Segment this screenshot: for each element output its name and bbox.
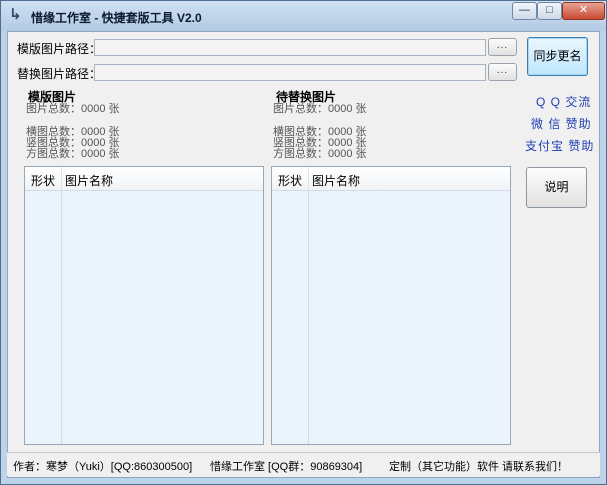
column-divider xyxy=(61,190,62,444)
minimize-button[interactable]: — xyxy=(512,2,537,20)
replace-total-count: 图片总数：0000 张 xyxy=(273,103,367,115)
window-title: 惜缘工作室 - 快捷套版工具 V2.0 xyxy=(31,11,202,25)
sync-rename-button[interactable]: 同步更名 xyxy=(527,37,588,76)
shape-column-header[interactable]: 形状 xyxy=(25,167,62,190)
template-path-input[interactable] xyxy=(94,39,486,56)
replace-browse-button[interactable]: ... xyxy=(488,63,517,81)
studio-info: 惜缘工作室 [QQ群：90869304] xyxy=(210,461,363,473)
replace-path-input[interactable] xyxy=(94,64,486,81)
template-image-list[interactable]: 形状 图片名称 xyxy=(24,166,264,445)
template-total-count: 图片总数：0000 张 xyxy=(26,103,120,115)
help-button[interactable]: 说明 xyxy=(526,167,587,208)
author-info: 作者：寒梦（Yuki）[QQ:860300500] xyxy=(13,461,193,473)
replace-square-count: 方图总数：0000 张 xyxy=(273,148,367,160)
close-button[interactable]: ✕ xyxy=(562,2,605,20)
status-bar: 作者：寒梦（Yuki）[QQ:860300500] 惜缘工作室 [QQ群：908… xyxy=(7,452,600,476)
template-path-label: 模版图片路径： xyxy=(17,42,102,56)
qq-link[interactable]: Q Q 交流 xyxy=(536,93,591,110)
main-panel: 模版图片路径： ... 替换图片路径： ... 同步更名 Q Q 交流 微 信 … xyxy=(7,31,600,478)
template-browse-button[interactable]: ... xyxy=(488,38,517,56)
wechat-link[interactable]: 微 信 赞助 xyxy=(531,115,592,132)
replace-list-header: 形状 图片名称 xyxy=(272,167,510,191)
name-column-header[interactable]: 图片名称 xyxy=(309,167,459,190)
app-window: ↳ 惜缘工作室 - 快捷套版工具 V2.0 — □ ✕ 模版图片路径： ... … xyxy=(0,0,607,485)
title-bar[interactable]: ↳ 惜缘工作室 - 快捷套版工具 V2.0 — □ ✕ xyxy=(1,1,606,31)
shape-column-header[interactable]: 形状 xyxy=(272,167,309,190)
template-list-header: 形状 图片名称 xyxy=(25,167,263,191)
custom-service-info: 定制（其它功能）软件 请联系我们！ xyxy=(389,461,569,473)
template-square-count: 方图总数：0000 张 xyxy=(26,148,120,160)
replace-image-list[interactable]: 形状 图片名称 xyxy=(271,166,511,445)
app-logo-icon: ↳ xyxy=(9,6,22,23)
maximize-button[interactable]: □ xyxy=(537,2,562,20)
name-column-header[interactable]: 图片名称 xyxy=(62,167,212,190)
column-divider xyxy=(308,190,309,444)
replace-path-label: 替换图片路径： xyxy=(17,67,102,81)
alipay-link[interactable]: 支付宝 赞助 xyxy=(525,137,594,154)
